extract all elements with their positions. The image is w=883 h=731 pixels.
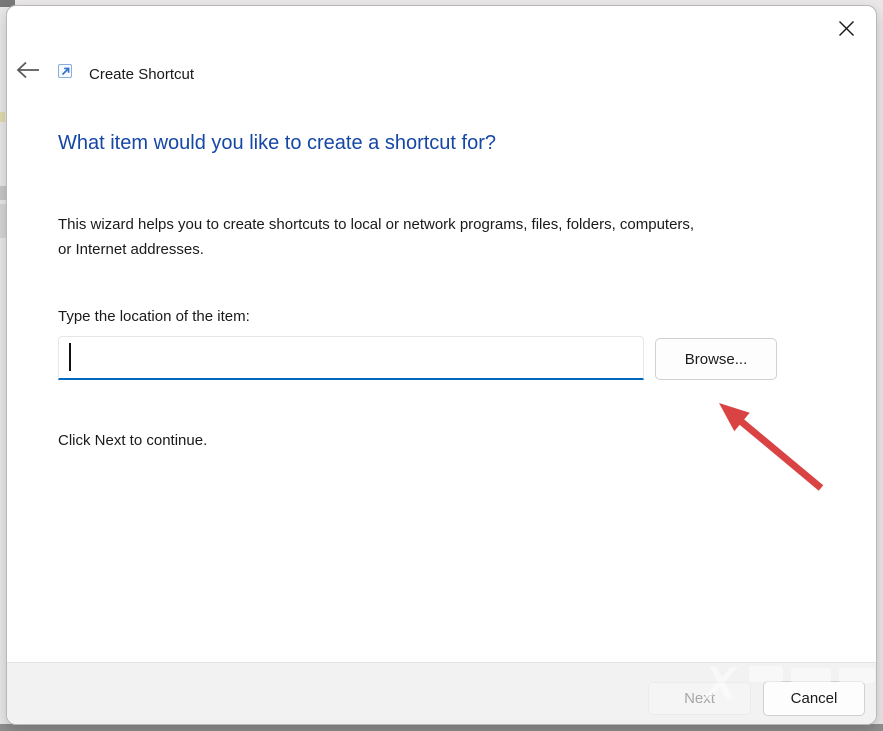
red-annotation-arrow	[691, 381, 841, 506]
wizard-heading: What item would you like to create a sho…	[58, 132, 838, 155]
back-button[interactable]	[11, 54, 45, 88]
location-input[interactable]	[58, 336, 644, 380]
desktop-background-strip	[0, 724, 883, 731]
shortcut-overlay-icon	[58, 64, 72, 78]
close-icon	[838, 20, 855, 40]
location-label: Type the location of the item:	[58, 308, 250, 325]
create-shortcut-dialog: Create Shortcut What item would you like…	[6, 5, 877, 725]
description-line: or Internet addresses.	[58, 237, 848, 262]
cancel-button[interactable]: Cancel	[763, 681, 865, 716]
text-caret	[69, 343, 71, 371]
dialog-title: Create Shortcut	[89, 62, 194, 86]
next-button[interactable]: Next	[648, 682, 751, 715]
description-line: This wizard helps you to create shortcut…	[58, 212, 848, 237]
close-button[interactable]	[829, 14, 863, 46]
next-hint-text: Click Next to continue.	[58, 432, 207, 449]
back-arrow-icon	[16, 61, 40, 82]
browse-button[interactable]: Browse...	[655, 338, 777, 380]
wizard-description: This wizard helps you to create shortcut…	[58, 212, 848, 262]
background-artifact	[0, 112, 5, 122]
